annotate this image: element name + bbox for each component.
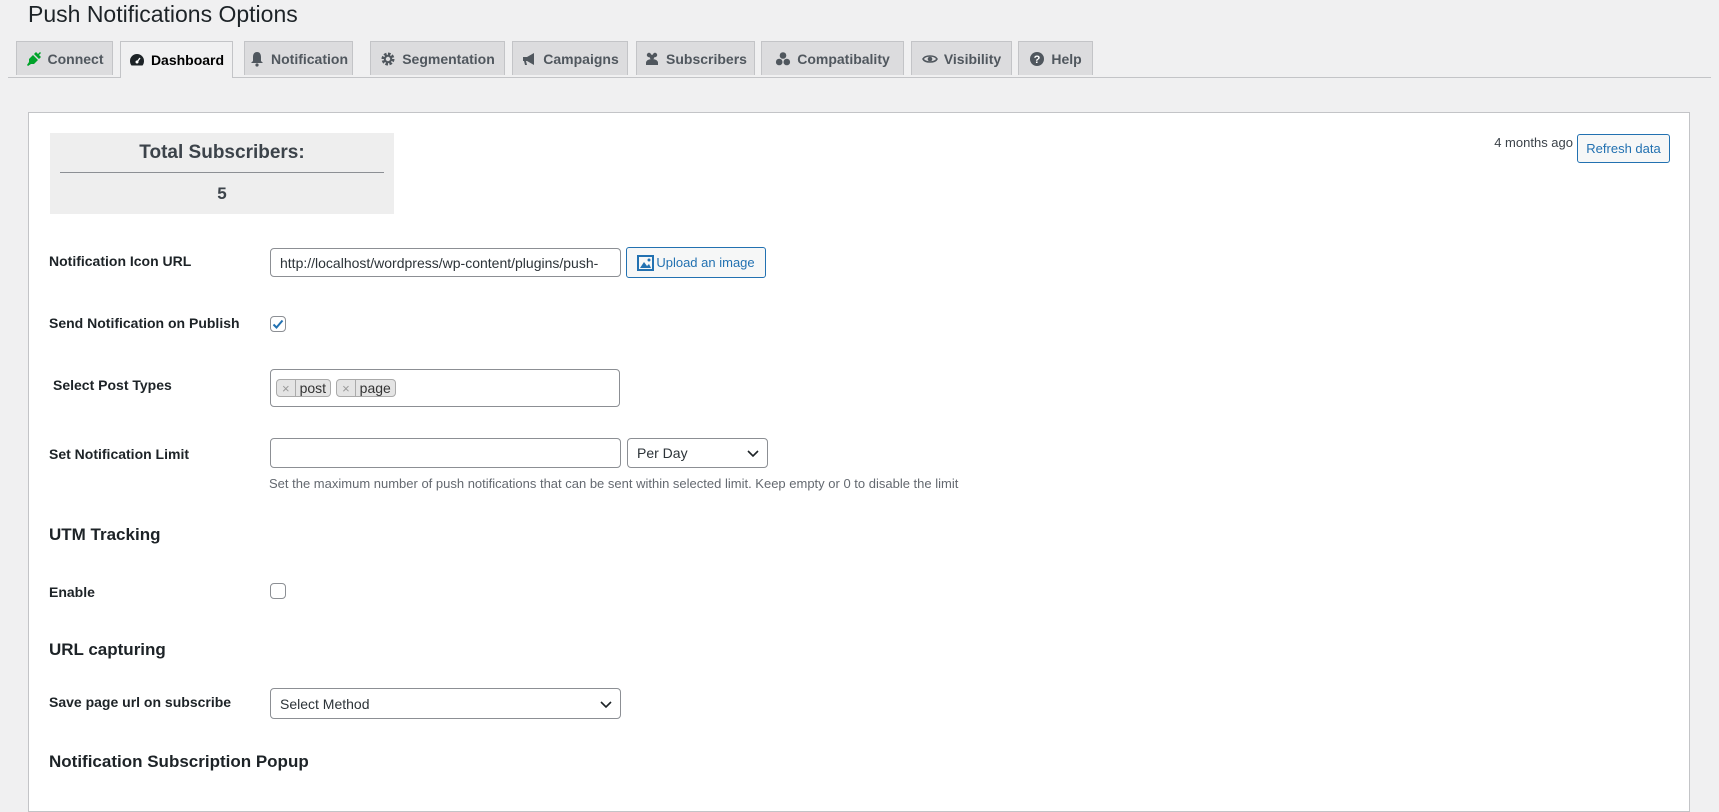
tab-label: Help [1051, 50, 1082, 67]
tab-label: Visibility [943, 50, 1002, 67]
circles-icon [775, 51, 791, 67]
utm-enable-label: Enable [49, 584, 95, 600]
users-icon [644, 51, 660, 67]
save-url-select[interactable]: Select Method [270, 688, 621, 719]
utm-heading: UTM Tracking [49, 525, 161, 544]
image-icon [637, 254, 655, 271]
total-subscribers-card: Total Subscribers: 5 [50, 133, 394, 214]
subscribers-title: Total Subscribers: [60, 142, 384, 173]
upload-image-button[interactable]: Upload an image [626, 247, 766, 278]
tab-connect[interactable]: Connect [16, 41, 113, 75]
tab-campaigns[interactable]: Campaigns [512, 41, 628, 75]
remove-icon[interactable]: × [337, 380, 356, 396]
limit-input[interactable] [270, 438, 621, 468]
subscribers-count: 5 [217, 184, 227, 203]
tab-bar: Connect Dashboard Notification Segmentat… [8, 41, 1711, 78]
tab-dashboard[interactable]: Dashboard [120, 41, 233, 78]
limit-period-select[interactable]: Per Day [627, 438, 768, 468]
icon-url-label: Notification Icon URL [49, 253, 192, 269]
bell-icon [249, 51, 265, 67]
help-icon: ? [1029, 51, 1045, 67]
tab-segmentation[interactable]: Segmentation [370, 41, 505, 75]
url-capturing-heading: URL capturing [49, 640, 166, 659]
checkmark-icon [272, 319, 284, 329]
save-url-label: Save page url on subscribe [49, 694, 232, 710]
refresh-data-button[interactable]: Refresh data [1577, 134, 1670, 163]
tab-visibility[interactable]: Visibility [911, 41, 1012, 75]
publish-label: Send Notification on Publish [49, 315, 240, 331]
tab-label: Subscribers [666, 50, 747, 67]
publish-checkbox[interactable] [270, 316, 286, 332]
save-url-value: Select Method [280, 695, 370, 712]
chevron-down-icon [747, 445, 759, 461]
tab-label: Connect [47, 50, 104, 67]
post-types-select[interactable]: × post × page [270, 369, 620, 407]
upload-label: Upload an image [656, 255, 755, 270]
tab-help[interactable]: ? Help [1018, 41, 1093, 75]
plug-icon [26, 51, 42, 67]
remove-icon[interactable]: × [277, 380, 296, 396]
dashboard-icon [129, 52, 145, 68]
megaphone-icon [521, 51, 537, 67]
limit-help-text: Set the maximum number of push notificat… [269, 476, 959, 491]
tab-notification[interactable]: Notification [244, 41, 353, 75]
tab-label: Dashboard [150, 52, 225, 68]
chevron-down-icon [600, 696, 612, 712]
tab-compatibality[interactable]: Compatibality [761, 41, 904, 75]
limit-period-value: Per Day [637, 445, 688, 461]
utm-enable-checkbox[interactable] [270, 583, 286, 599]
post-type-chip[interactable]: × page [336, 379, 396, 397]
tab-subscribers[interactable]: Subscribers [636, 41, 755, 75]
post-type-chip[interactable]: × post [276, 379, 332, 397]
limit-label: Set Notification Limit [49, 446, 189, 462]
icon-url-input[interactable]: http://localhost/wordpress/wp-content/pl… [270, 248, 621, 277]
popup-heading: Notification Subscription Popup [49, 752, 309, 771]
post-types-label: Select Post Types [53, 377, 172, 393]
tab-label: Compatibality [797, 50, 890, 67]
eye-icon [921, 51, 938, 67]
tab-label: Notification [271, 50, 348, 67]
settings-panel: Total Subscribers: 5 4 months ago Refres… [28, 112, 1690, 812]
tab-label: Campaigns [543, 50, 619, 67]
gear-icon [380, 51, 396, 67]
tab-label: Segmentation [402, 50, 495, 67]
page-title: Push Notifications Options [28, 1, 298, 27]
last-updated: 4 months ago [1494, 135, 1573, 150]
svg-text:?: ? [1034, 54, 1041, 66]
